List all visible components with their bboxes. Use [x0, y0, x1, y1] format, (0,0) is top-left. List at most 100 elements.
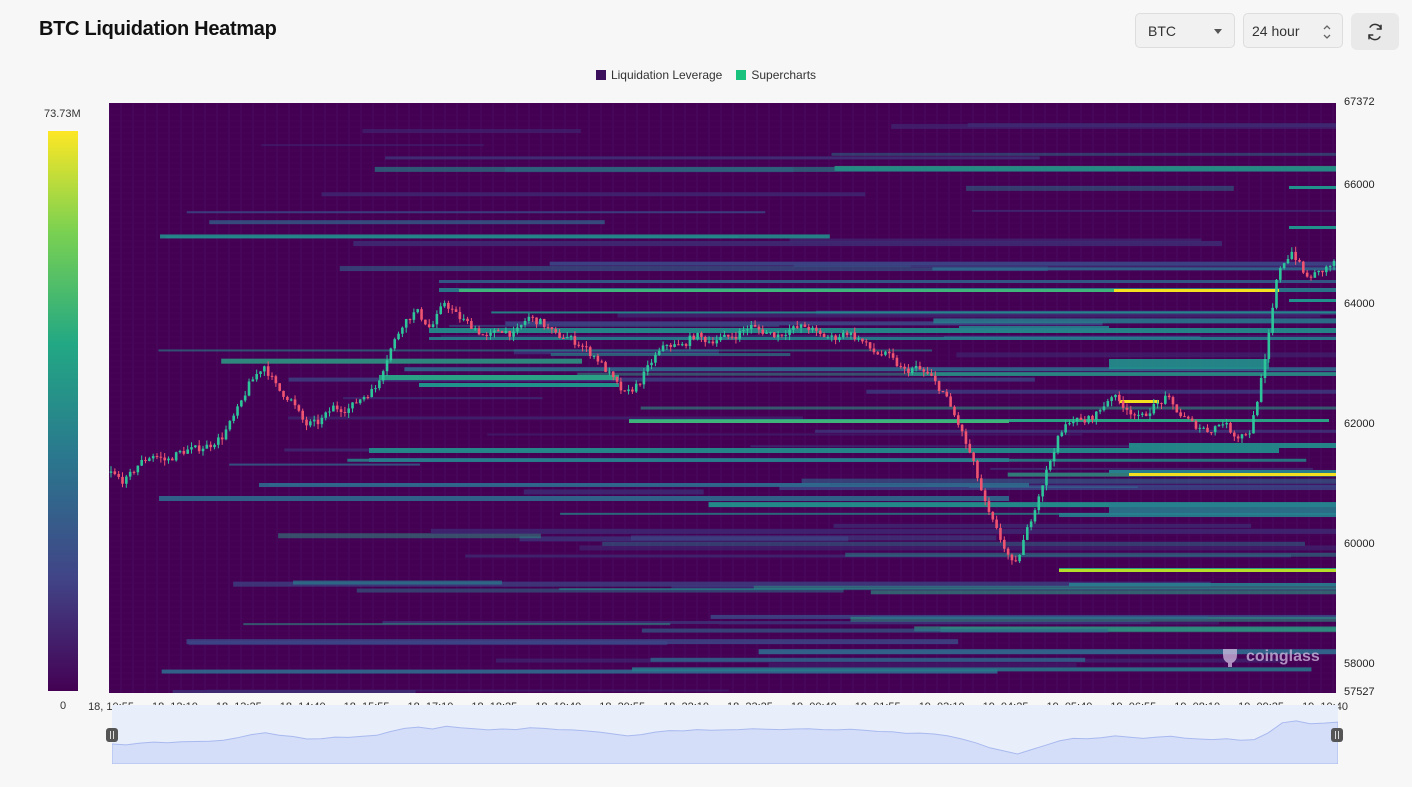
refresh-icon — [1368, 23, 1382, 40]
candle-body — [1190, 418, 1194, 421]
candle-body — [585, 346, 588, 348]
candle-body — [247, 381, 251, 396]
candle-body — [473, 328, 477, 330]
candle-body — [753, 324, 757, 327]
candle-body — [1075, 417, 1079, 422]
period-select[interactable]: 24 hour — [1243, 13, 1343, 48]
candle-body — [696, 333, 699, 340]
y-tick-label: 58000 — [1344, 658, 1375, 670]
candle-body — [190, 447, 193, 450]
candle-body — [1022, 539, 1025, 555]
candle-body — [677, 344, 680, 346]
candle-body — [550, 327, 554, 330]
candle-body — [278, 383, 281, 391]
candle-body — [765, 332, 768, 334]
legend-label: Supercharts — [751, 68, 817, 82]
candle-body — [899, 366, 903, 368]
candle-body — [1098, 410, 1102, 412]
candle-body — [1309, 276, 1313, 278]
candle-body — [880, 354, 883, 356]
candle-body — [565, 337, 569, 339]
candle-body — [838, 337, 841, 340]
colorbar-min-label: 0 — [60, 700, 67, 712]
candle-body — [1160, 403, 1163, 405]
candle-body — [312, 419, 316, 422]
candle-body — [378, 380, 381, 389]
candle-body — [362, 397, 366, 400]
candle-body — [1217, 424, 1221, 427]
candle-body — [891, 353, 895, 358]
candle-body — [788, 329, 791, 335]
candle-body — [316, 419, 320, 425]
candle-body — [956, 415, 960, 425]
candle-body — [1125, 407, 1129, 410]
candle-body — [573, 336, 577, 345]
candle-body — [1244, 434, 1248, 436]
candle-body — [324, 412, 327, 418]
candle-body — [305, 419, 308, 426]
heatmap-plot-area[interactable] — [109, 103, 1336, 693]
candle-body — [401, 327, 404, 334]
candle-body — [707, 341, 711, 343]
legend-item-supercharts[interactable]: Supercharts — [736, 68, 816, 82]
candle-body — [604, 362, 607, 372]
candle-body — [703, 336, 707, 343]
candle-body — [857, 338, 860, 340]
candle-body — [1060, 432, 1064, 437]
candle-body — [1187, 416, 1190, 419]
candle-body — [577, 344, 581, 346]
candle-body — [220, 437, 224, 440]
candle-body — [1087, 415, 1090, 423]
navigator-left-handle[interactable] — [106, 728, 118, 742]
candle-body — [447, 302, 450, 309]
candle-body — [1014, 560, 1018, 562]
candle-body — [914, 365, 918, 369]
candle-body — [351, 402, 354, 409]
candle-body — [397, 333, 400, 340]
candle-body — [834, 335, 837, 340]
caret-down-icon — [1214, 29, 1222, 34]
legend-item-liquidation-leverage[interactable]: Liquidation Leverage — [595, 68, 723, 82]
candle-body — [450, 308, 454, 310]
candle-body — [1083, 420, 1087, 423]
legend-label: Liquidation Leverage — [610, 68, 723, 82]
candle-body — [171, 458, 174, 461]
candle-body — [1129, 409, 1133, 415]
candle-body — [1091, 415, 1094, 420]
candle-body — [194, 445, 197, 448]
candle-body — [1305, 272, 1309, 277]
candle-body — [623, 390, 627, 392]
candle-body — [117, 474, 120, 477]
candle-body — [972, 452, 975, 461]
candle-body — [1118, 394, 1121, 402]
candle-body — [454, 309, 458, 312]
coin-select[interactable]: BTC — [1135, 13, 1235, 48]
candle-body — [496, 330, 500, 332]
candle-body — [723, 334, 726, 337]
candle-body — [174, 452, 178, 461]
refresh-button[interactable] — [1351, 13, 1399, 50]
candle-body — [1029, 521, 1033, 528]
candle-body — [692, 335, 696, 340]
navigator-right-handle[interactable] — [1331, 728, 1343, 742]
candle-body — [1267, 332, 1271, 359]
candle-body — [1156, 403, 1159, 405]
candle-body — [818, 330, 822, 334]
range-navigator[interactable] — [111, 705, 1339, 765]
candle-body — [995, 519, 998, 528]
candle-body — [519, 324, 523, 328]
candle-body — [1052, 451, 1056, 462]
candle-body — [887, 351, 891, 354]
candle-body — [1064, 424, 1067, 433]
candle-body — [286, 396, 289, 400]
candle-body — [366, 397, 370, 399]
navigator-area — [111, 720, 1339, 765]
candle-body — [1133, 414, 1136, 416]
candle-body — [554, 329, 558, 333]
candle-body — [1325, 266, 1328, 273]
candle-body — [1229, 422, 1232, 433]
candle-body — [822, 333, 826, 338]
candle-body — [1045, 469, 1048, 486]
candle-body — [884, 351, 887, 355]
candle-body — [968, 443, 972, 453]
